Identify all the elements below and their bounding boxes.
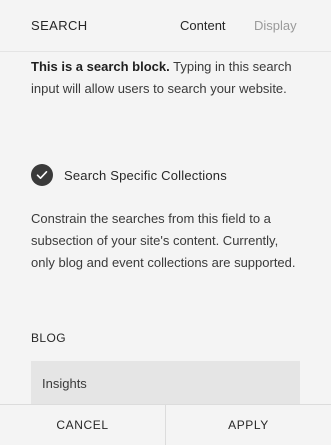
search-specific-collections-toggle[interactable]: Search Specific Collections bbox=[31, 164, 227, 186]
constrain-description: Constrain the searches from this field t… bbox=[31, 211, 296, 270]
tab-display[interactable]: Display bbox=[254, 18, 297, 33]
panel-footer: CANCEL APPLY bbox=[0, 404, 331, 445]
panel-title: SEARCH bbox=[31, 18, 88, 33]
checkmark-icon[interactable] bbox=[31, 164, 53, 186]
blog-section-label: BLOG bbox=[31, 331, 66, 345]
panel-header: SEARCH Content Display bbox=[0, 0, 331, 52]
intro-text: This is a search block. Typing in this s… bbox=[31, 56, 303, 100]
apply-button[interactable]: APPLY bbox=[166, 405, 331, 445]
tab-content[interactable]: Content bbox=[180, 18, 226, 33]
intro-bold: This is a search block. bbox=[31, 59, 170, 74]
search-specific-collections-label: Search Specific Collections bbox=[64, 167, 227, 183]
search-block-panel: SEARCH Content Display This is a search … bbox=[0, 0, 331, 445]
collection-item-insights[interactable]: Insights bbox=[31, 361, 300, 405]
cancel-button[interactable]: CANCEL bbox=[0, 405, 166, 445]
